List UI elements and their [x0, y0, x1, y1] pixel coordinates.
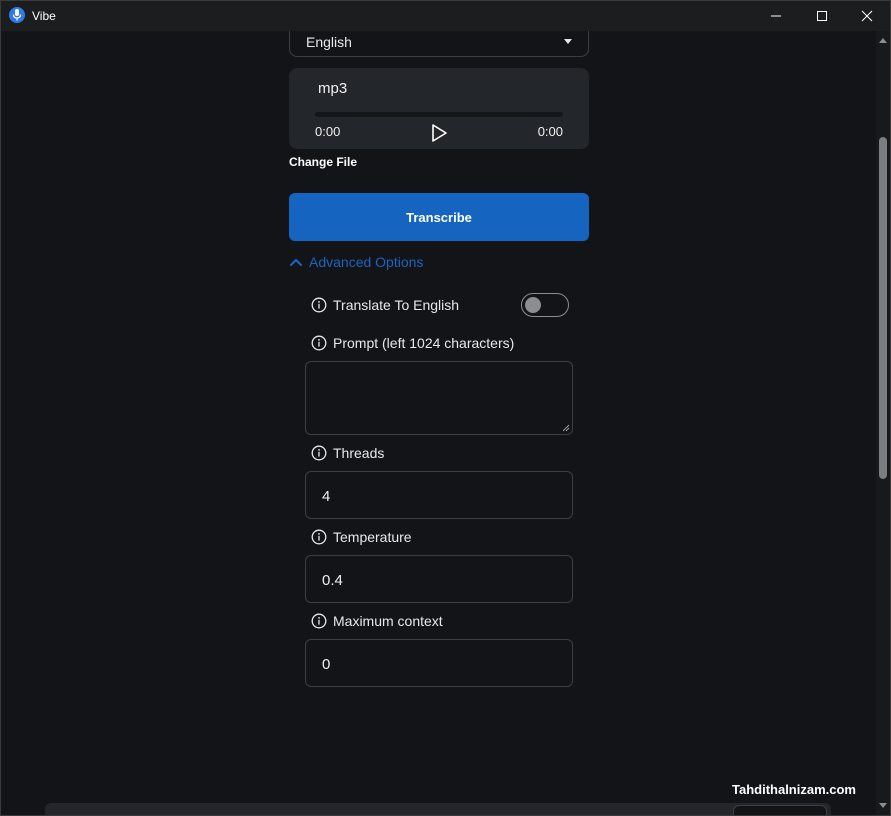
- info-icon[interactable]: [311, 445, 327, 461]
- advanced-options-label: Advanced Options: [309, 254, 424, 270]
- temperature-input[interactable]: 0.4: [305, 555, 573, 603]
- bottom-bar: [45, 803, 831, 815]
- scroll-up-arrow-icon[interactable]: [879, 37, 887, 43]
- current-time: 0:00: [315, 124, 341, 139]
- temperature-option-label: Temperature: [311, 529, 412, 545]
- bottom-bar-button[interactable]: [733, 805, 827, 815]
- info-icon[interactable]: [311, 297, 327, 313]
- audio-file-name: mp3: [318, 80, 348, 97]
- temperature-value: 0.4: [322, 572, 343, 589]
- watermark-text: Tahdithalnizam.com: [732, 782, 856, 797]
- threads-input[interactable]: 4: [305, 471, 573, 519]
- threads-option-label: Threads: [311, 445, 384, 461]
- resize-grip-icon[interactable]: [562, 424, 570, 432]
- max-context-value: 0: [322, 656, 331, 673]
- close-icon: [861, 10, 873, 22]
- maximize-button[interactable]: [799, 1, 845, 31]
- scrollbar-thumb[interactable]: [879, 137, 887, 479]
- max-context-option-label: Maximum context: [311, 613, 443, 629]
- app-window: Vibe English mp3 0:00 0:00 Change File T…: [0, 0, 891, 816]
- change-file-button[interactable]: Change File: [289, 155, 357, 169]
- play-icon[interactable]: [429, 123, 449, 143]
- window-title: Vibe: [32, 9, 56, 23]
- prompt-textarea[interactable]: [305, 361, 573, 435]
- info-icon[interactable]: [311, 335, 327, 351]
- transcribe-button[interactable]: Transcribe: [289, 193, 589, 241]
- minimize-icon: [771, 15, 781, 17]
- max-context-label: Maximum context: [333, 613, 443, 629]
- microphone-icon: [9, 7, 25, 23]
- title-bar: Vibe: [1, 1, 890, 31]
- advanced-options-toggle[interactable]: Advanced Options: [289, 254, 423, 270]
- chevron-up-icon: [290, 259, 302, 266]
- translate-label: Translate To English: [333, 297, 460, 313]
- translate-toggle[interactable]: [521, 293, 569, 317]
- caret-down-icon: [564, 39, 572, 44]
- maximize-icon: [817, 11, 827, 21]
- temperature-label: Temperature: [333, 529, 412, 545]
- audio-progress-track[interactable]: [315, 112, 563, 117]
- language-select[interactable]: English: [289, 31, 589, 57]
- info-icon[interactable]: [311, 613, 327, 629]
- toggle-knob: [525, 297, 541, 313]
- scroll-down-arrow-icon[interactable]: [879, 803, 887, 809]
- threads-value: 4: [322, 488, 331, 505]
- prompt-option-label: Prompt (left 1024 characters): [311, 335, 514, 351]
- audio-player: mp3 0:00 0:00: [289, 68, 589, 149]
- translate-option-label: Translate To English: [311, 297, 459, 313]
- close-button[interactable]: [844, 1, 890, 31]
- duration-time: 0:00: [537, 124, 563, 139]
- threads-label: Threads: [333, 445, 385, 461]
- main-content: English mp3 0:00 0:00 Change File Transc…: [1, 31, 876, 815]
- minimize-button[interactable]: [753, 1, 799, 31]
- vertical-scrollbar[interactable]: [876, 31, 890, 815]
- info-icon[interactable]: [311, 529, 327, 545]
- prompt-label: Prompt (left 1024 characters): [333, 335, 515, 351]
- language-select-value: English: [306, 34, 352, 50]
- max-context-input[interactable]: 0: [305, 639, 573, 687]
